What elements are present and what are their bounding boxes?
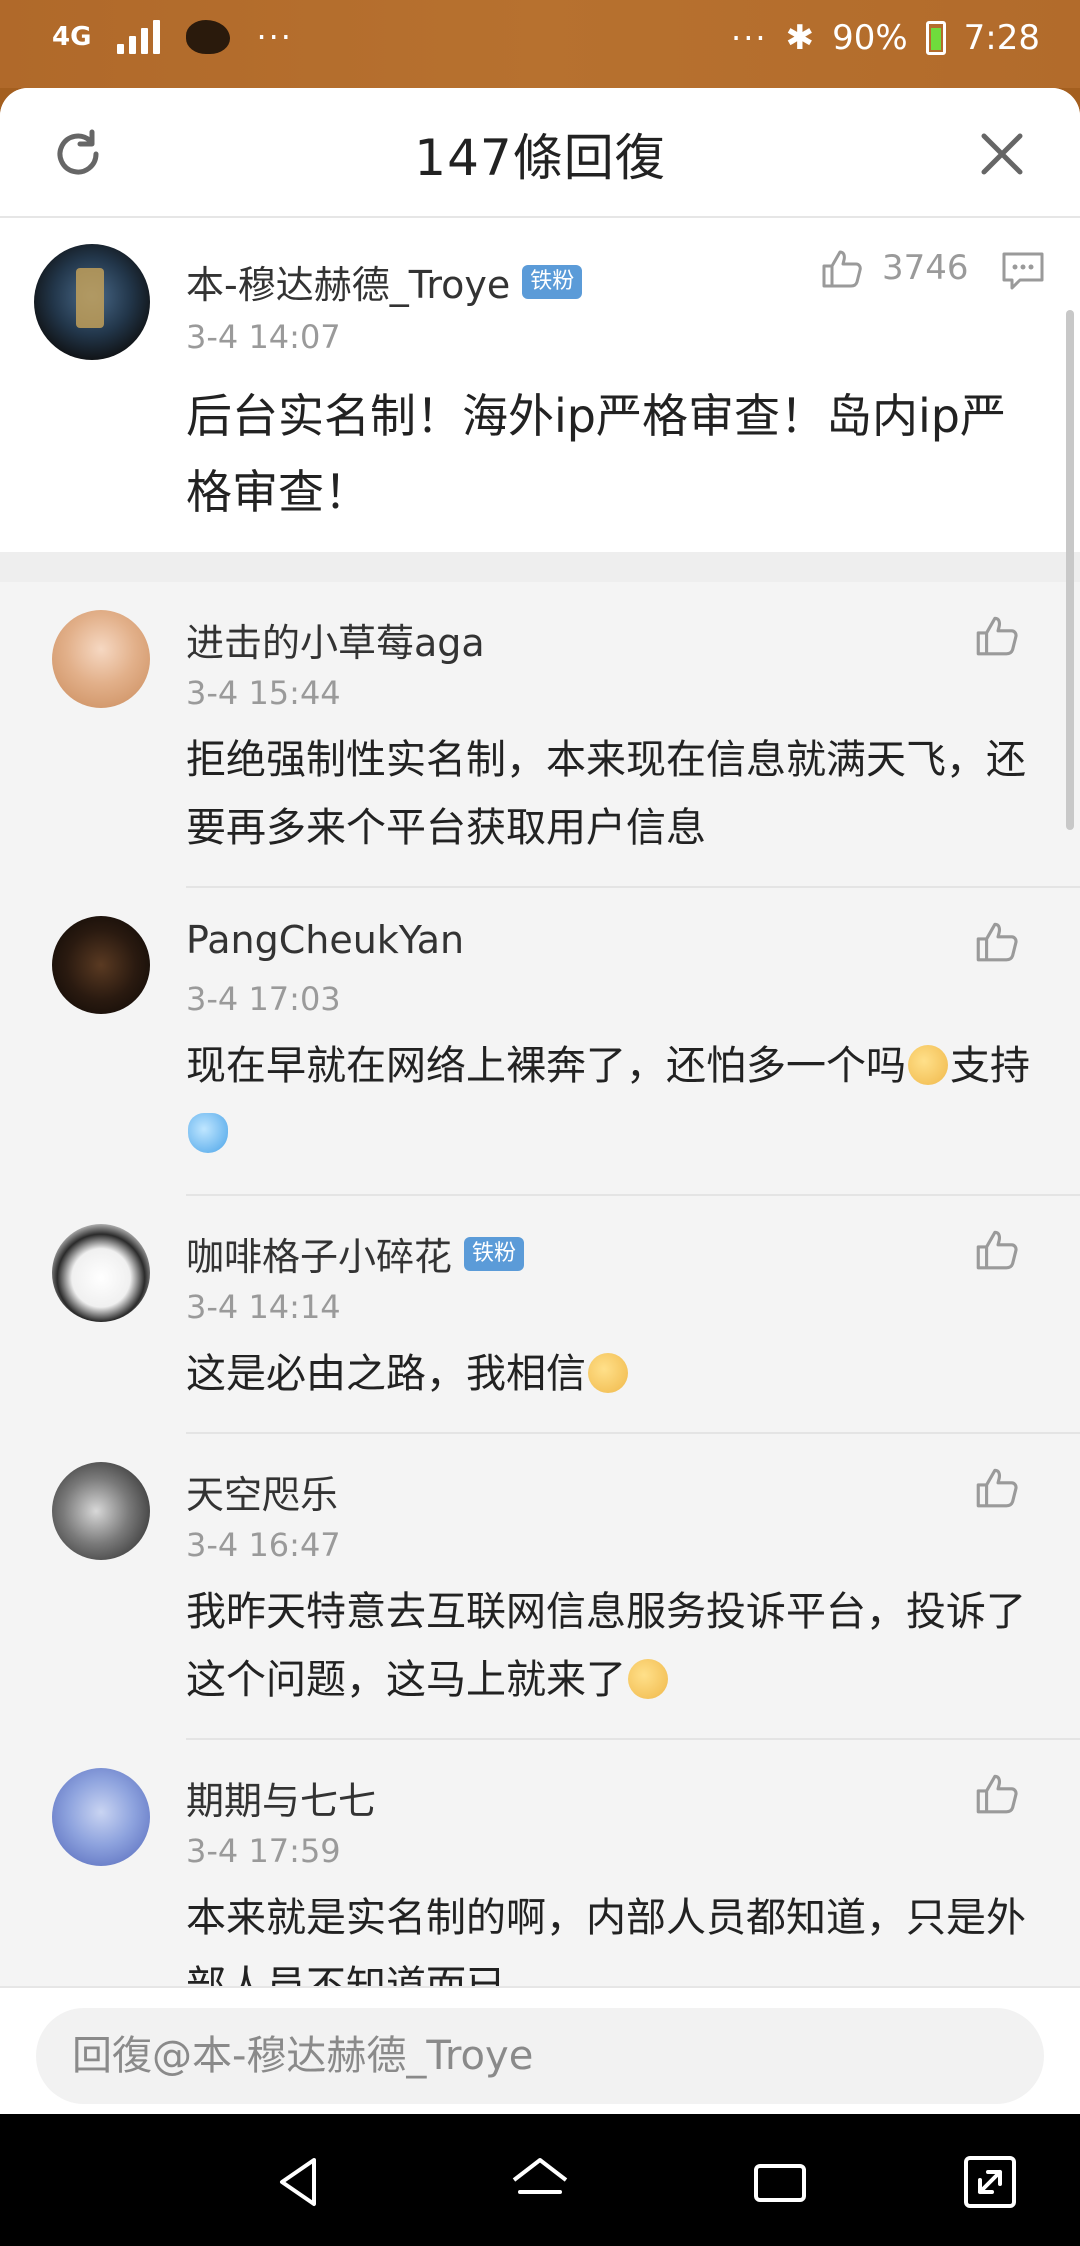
thumbs-up-icon[interactable] — [972, 1224, 1022, 1274]
status-left: 4G ··· — [52, 18, 293, 56]
original-comment: 本-穆达赫德_Troye 铁粉 3-4 14:07 3746 后台实名制！海外i… — [0, 218, 1080, 552]
commenter-name[interactable]: PangCheukYan — [186, 918, 464, 962]
comment-text-part: 我昨天特意去互联网信息服务投诉平台，投诉了这个问题，这马上就来了 — [186, 1589, 1026, 1703]
close-icon[interactable] — [974, 126, 1030, 182]
clock: 7:28 — [963, 18, 1040, 58]
list-item[interactable]: 期期与七七 3-4 17:59 本来就是实名制的啊，内部人员都知道，只是外部人员… — [0, 1740, 1080, 1986]
commenter-name[interactable]: 天空咫乐 — [186, 1464, 338, 1519]
comment-text: 拒绝强制性实名制，本来现在信息就满天飞，还要再多来个平台获取用户信息 — [186, 737, 1026, 851]
thumbs-up-icon — [822, 250, 862, 288]
list-item[interactable]: 进击的小草莓aga 3-4 15:44 拒绝强制性实名制，本来现在信息就满天飞，… — [0, 582, 1080, 888]
avatar[interactable] — [52, 1224, 150, 1322]
comment-time: 3-4 17:59 — [186, 1832, 341, 1870]
replies-sheet: 147條回復 本-穆达赫德_Troye 铁粉 3-4 14:07 3746 后台… — [0, 88, 1080, 2114]
back-icon[interactable] — [268, 2150, 332, 2214]
comment-time: 3-4 14:07 — [186, 318, 341, 356]
comment-text: 本来就是实名制的啊，内部人员都知道，只是外部人员不知道而已 — [186, 1895, 1026, 1986]
comment-text-part: 这是必由之路，我相信 — [186, 1351, 586, 1397]
thumbs-up-icon[interactable] — [972, 1768, 1022, 1818]
comment-time: 3-4 14:14 — [186, 1288, 341, 1326]
commenter-name-text: 天空咫乐 — [186, 1473, 339, 1517]
list-item[interactable]: PangCheukYan 3-4 17:03 现在早就在网络上裸奔了，还怕多一个… — [0, 888, 1080, 1196]
comment-text-part: 现在早就在网络上裸奔了，还怕多一个吗 — [186, 1043, 906, 1089]
comment-text: 现在早就在网络上裸奔了，还怕多一个吗 支持 — [186, 1032, 1046, 1168]
comment-time: 3-4 16:47 — [186, 1526, 341, 1564]
commenter-name[interactable]: 进击的小草莓aga — [186, 612, 485, 667]
scrollbar[interactable] — [1066, 310, 1074, 830]
comment-time: 3-4 15:44 — [186, 674, 341, 712]
page-title: 147條回復 — [414, 129, 666, 187]
thumbs-up-icon[interactable] — [972, 610, 1022, 660]
avatar[interactable] — [52, 610, 150, 708]
avatar[interactable] — [52, 1768, 150, 1866]
comment-text: 我昨天特意去互联网信息服务投诉平台，投诉了这个问题，这马上就来了 — [186, 1578, 1046, 1714]
thumbs-up-icon[interactable] — [972, 916, 1022, 966]
section-divider — [0, 552, 1080, 582]
commenter-name-text: PangCheukYan — [186, 918, 465, 962]
commenter-name-text: 期期与七七 — [186, 1779, 377, 1823]
more-status-indicator: ··· — [731, 19, 768, 57]
battery-percent: 90% — [832, 18, 908, 58]
comment-text: 后台实名制！海外ip严格审查！岛内ip严格审查！ — [186, 389, 1006, 519]
navigation-bar — [0, 2114, 1080, 2246]
doge-emoji-icon — [908, 1045, 948, 1085]
recent-apps-icon[interactable] — [748, 2150, 812, 2214]
network-type: 4G — [52, 22, 92, 52]
thumbs-up-icon[interactable] — [972, 1462, 1022, 1512]
bluetooth-icon: ✱ — [785, 18, 815, 58]
reply-bar — [0, 1986, 1080, 2114]
list-item[interactable]: 咖啡格子小碎花 铁粉 3-4 14:14 这是必由之路，我相信 — [0, 1196, 1080, 1434]
app-notification-icon — [186, 20, 231, 54]
replies-list: 进击的小草莓aga 3-4 15:44 拒绝强制性实名制，本来现在信息就满天飞，… — [0, 582, 1080, 1986]
status-right: ··· ✱ 90% 7:28 — [731, 18, 1040, 58]
comment-time: 3-4 17:03 — [186, 980, 341, 1018]
avatar[interactable] — [34, 244, 150, 360]
commenter-name-text: 进击的小草莓aga — [186, 621, 485, 665]
battery-icon — [925, 21, 946, 55]
like-button[interactable]: 3746 — [818, 244, 969, 292]
doge-emoji-icon — [628, 1659, 668, 1699]
commenter-name[interactable]: 咖啡格子小碎花 铁粉 — [186, 1226, 525, 1281]
more-notifications-indicator: ··· — [256, 18, 293, 56]
avatar[interactable] — [52, 916, 150, 1014]
list-item[interactable]: 天空咫乐 3-4 16:47 我昨天特意去互联网信息服务投诉平台，投诉了这个问题… — [0, 1434, 1080, 1740]
avatar[interactable] — [52, 1462, 150, 1560]
status-bar: 4G ··· ··· ✱ 90% 7:28 — [0, 0, 1080, 88]
commenter-name[interactable]: 期期与七七 — [186, 1770, 376, 1825]
commenter-name-text: 本-穆达赫德_Troye — [186, 263, 511, 307]
reply-input[interactable] — [36, 2008, 1044, 2104]
home-icon[interactable] — [508, 2150, 572, 2214]
like-count: 3746 — [882, 248, 969, 288]
comment-text: 这是必由之路，我相信 — [186, 1340, 1046, 1408]
expand-icon[interactable] — [958, 2150, 1022, 2214]
fan-badge: 铁粉 — [522, 264, 583, 299]
commenter-name-text: 咖啡格子小碎花 — [186, 1235, 453, 1279]
comment-text-part: 支持 — [950, 1043, 1030, 1089]
cheer-emoji-icon — [188, 1113, 228, 1153]
signal-icon — [117, 20, 161, 54]
commenter-name[interactable]: 本-穆达赫德_Troye 铁粉 — [186, 254, 583, 309]
fan-badge: 铁粉 — [464, 1236, 525, 1271]
sheet-header: 147條回復 — [0, 88, 1080, 218]
doge-emoji-icon — [588, 1353, 628, 1393]
comment-icon[interactable] — [1000, 248, 1046, 294]
